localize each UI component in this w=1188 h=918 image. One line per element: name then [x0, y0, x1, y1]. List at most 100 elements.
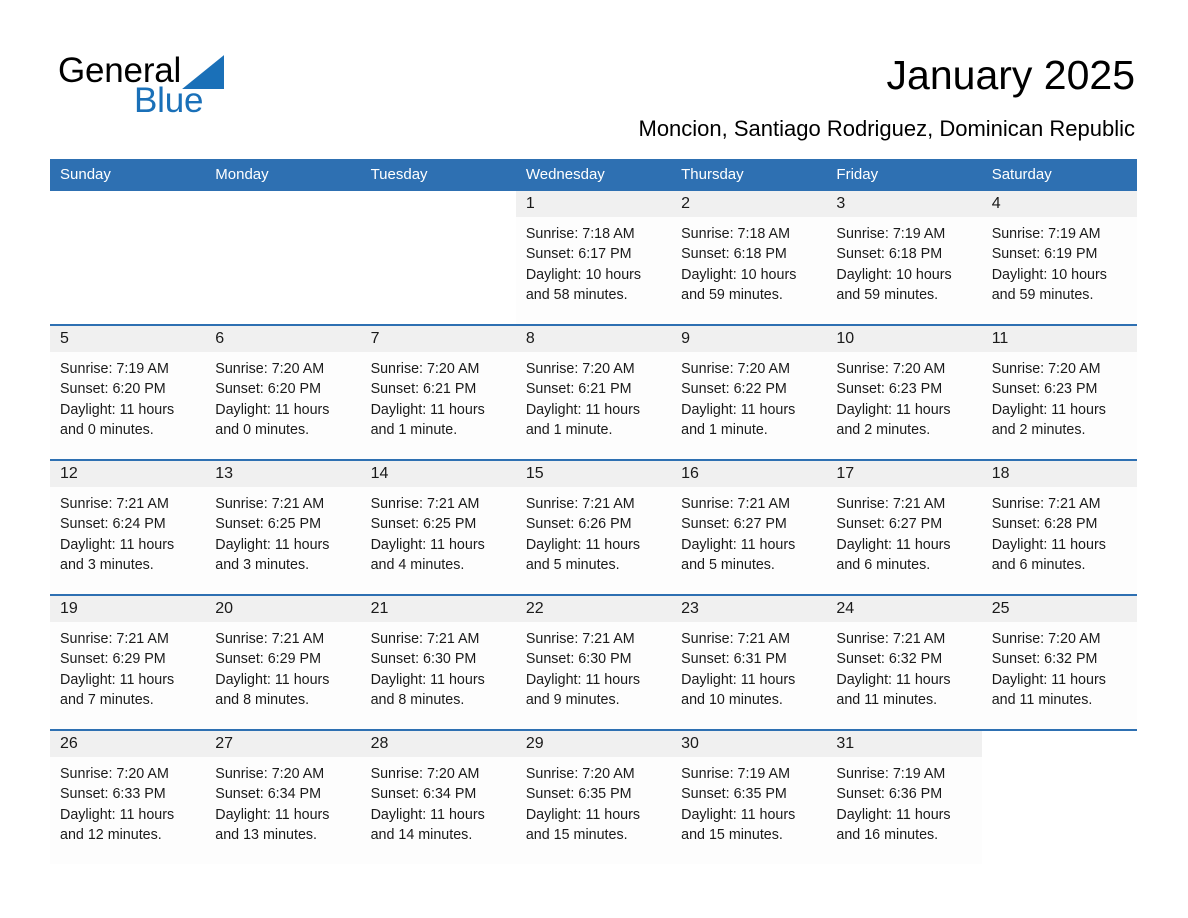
day-cell: 2 Sunrise: 7:18 AM Sunset: 6:18 PM Daylig… [671, 191, 827, 325]
day-cell-inner[interactable]: 22 Sunrise: 7:21 AM Sunset: 6:30 PM Dayli… [515, 596, 672, 729]
day-number: 13 [205, 461, 361, 487]
day-cell-inner[interactable]: 15 Sunrise: 7:21 AM Sunset: 6:26 PM Dayli… [515, 461, 672, 594]
day-number: 31 [826, 731, 982, 757]
day-details: Sunrise: 7:20 AM Sunset: 6:32 PM Dayligh… [991, 631, 1106, 708]
day-cell: 16 Sunrise: 7:21 AM Sunset: 6:27 PM Dayli… [671, 459, 827, 595]
day-cell: 31 Sunrise: 7:19 AM Sunset: 6:36 PM Dayli… [826, 729, 982, 864]
day-cell-inner[interactable]: 30 Sunrise: 7:19 AM Sunset: 6:35 PM Dayli… [671, 731, 827, 864]
calendar-table: Sunday Monday Tuesday Wednesday Thursday… [50, 159, 1137, 864]
day-cell-inner[interactable]: 16 Sunrise: 7:21 AM Sunset: 6:27 PM Dayli… [671, 461, 827, 594]
day-cell-inner[interactable]: 11 Sunrise: 7:20 AM Sunset: 6:23 PM Dayli… [981, 326, 1137, 459]
day-cell-inner[interactable]: 21 Sunrise: 7:21 AM Sunset: 6:30 PM Dayli… [360, 596, 516, 729]
day-cell-inner[interactable]: 2 Sunrise: 7:18 AM Sunset: 6:18 PM Daylig… [671, 191, 827, 324]
day-details: Sunrise: 7:18 AM Sunset: 6:18 PM Dayligh… [681, 226, 797, 303]
general-blue-logo[interactable]: General Blue [58, 52, 318, 124]
calendar-week-row: 5 Sunrise: 7:19 AM Sunset: 6:20 PM Daylig… [50, 324, 1137, 460]
day-cell-inner[interactable]: 13 Sunrise: 7:21 AM Sunset: 6:25 PM Dayli… [205, 461, 361, 594]
day-details: Sunrise: 7:21 AM Sunset: 6:25 PM Dayligh… [215, 496, 330, 573]
day-details: Sunrise: 7:20 AM Sunset: 6:22 PM Dayligh… [681, 361, 796, 438]
day-details: Sunrise: 7:19 AM Sunset: 6:20 PM Dayligh… [60, 361, 175, 438]
day-number: 24 [826, 596, 982, 622]
day-cell-inner[interactable]: 1 Sunrise: 7:18 AM Sunset: 6:17 PM Daylig… [515, 191, 672, 324]
day-details: Sunrise: 7:21 AM Sunset: 6:30 PM Dayligh… [525, 631, 641, 708]
day-cell-inner[interactable]: 3 Sunrise: 7:19 AM Sunset: 6:18 PM Daylig… [826, 191, 982, 324]
day-cell: 9 Sunrise: 7:20 AM Sunset: 6:22 PM Daylig… [671, 324, 827, 460]
day-details: Sunrise: 7:21 AM Sunset: 6:29 PM Dayligh… [60, 631, 175, 708]
day-cell-inner[interactable]: 17 Sunrise: 7:21 AM Sunset: 6:27 PM Dayli… [826, 461, 982, 594]
day-details: Sunrise: 7:21 AM Sunset: 6:26 PM Dayligh… [525, 496, 641, 573]
day-cell-inner[interactable]: 19 Sunrise: 7:21 AM Sunset: 6:29 PM Dayli… [50, 596, 206, 729]
day-cell: 22 Sunrise: 7:21 AM Sunset: 6:30 PM Dayli… [515, 594, 672, 730]
day-number: 15 [515, 461, 672, 487]
day-cell-inner[interactable]: 7 Sunrise: 7:20 AM Sunset: 6:21 PM Daylig… [360, 326, 516, 459]
day-number: 10 [826, 326, 982, 352]
day-details: Sunrise: 7:19 AM Sunset: 6:19 PM Dayligh… [991, 226, 1107, 303]
day-cell: 21 Sunrise: 7:21 AM Sunset: 6:30 PM Dayli… [360, 594, 516, 730]
day-cell-inner[interactable]: 26 Sunrise: 7:20 AM Sunset: 6:33 PM Dayli… [50, 731, 206, 864]
day-cell-inner[interactable]: 6 Sunrise: 7:20 AM Sunset: 6:20 PM Daylig… [205, 326, 361, 459]
day-details: Sunrise: 7:20 AM Sunset: 6:21 PM Dayligh… [525, 361, 641, 438]
day-cell-inner[interactable]: 20 Sunrise: 7:21 AM Sunset: 6:29 PM Dayli… [205, 596, 361, 729]
day-cell-inner[interactable]: 14 Sunrise: 7:21 AM Sunset: 6:25 PM Dayli… [360, 461, 516, 594]
calendar-week-row: 26 Sunrise: 7:20 AM Sunset: 6:33 PM Dayli… [50, 729, 1137, 864]
day-details [361, 217, 516, 224]
day-cell-inner[interactable]: 23 Sunrise: 7:21 AM Sunset: 6:31 PM Dayli… [671, 596, 827, 729]
day-cell-inner[interactable]: 29 Sunrise: 7:20 AM Sunset: 6:35 PM Dayli… [515, 731, 672, 864]
day-number: 2 [671, 191, 827, 217]
day-cell [360, 191, 516, 325]
day-number: 11 [981, 326, 1137, 352]
day-cell: 28 Sunrise: 7:20 AM Sunset: 6:34 PM Dayli… [360, 729, 516, 864]
day-details: Sunrise: 7:21 AM Sunset: 6:27 PM Dayligh… [681, 496, 796, 573]
day-cell-inner[interactable]: 25 Sunrise: 7:20 AM Sunset: 6:32 PM Dayli… [981, 596, 1137, 729]
day-cell-inner[interactable]: 12 Sunrise: 7:21 AM Sunset: 6:24 PM Dayli… [50, 461, 206, 594]
day-details: Sunrise: 7:20 AM Sunset: 6:20 PM Dayligh… [215, 361, 330, 438]
calendar-table-wrapper: Sunday Monday Tuesday Wednesday Thursday… [50, 159, 1137, 864]
day-details: Sunrise: 7:19 AM Sunset: 6:36 PM Dayligh… [836, 766, 951, 843]
day-number: 20 [205, 596, 361, 622]
day-number: 17 [826, 461, 982, 487]
page-subtitle: Moncion, Santiago Rodriguez, Dominican R… [638, 116, 1136, 141]
day-number: 23 [671, 596, 827, 622]
day-cell: 1 Sunrise: 7:18 AM Sunset: 6:17 PM Daylig… [515, 191, 672, 325]
day-details: Sunrise: 7:21 AM Sunset: 6:25 PM Dayligh… [370, 496, 485, 573]
calendar-page: General Blue January 2025 Moncion, Santi… [0, 0, 1188, 918]
day-cell-inner[interactable]: 31 Sunrise: 7:19 AM Sunset: 6:36 PM Dayli… [826, 731, 982, 864]
day-number: 6 [205, 326, 361, 352]
day-cell: 15 Sunrise: 7:21 AM Sunset: 6:26 PM Dayli… [515, 459, 672, 595]
day-number: 8 [515, 326, 672, 352]
day-details: Sunrise: 7:19 AM Sunset: 6:35 PM Dayligh… [681, 766, 796, 843]
day-cell: 4 Sunrise: 7:19 AM Sunset: 6:19 PM Daylig… [981, 191, 1137, 325]
day-details: Sunrise: 7:21 AM Sunset: 6:27 PM Dayligh… [836, 496, 951, 573]
day-number: 12 [50, 461, 206, 487]
day-cell-inner[interactable]: 24 Sunrise: 7:21 AM Sunset: 6:32 PM Dayli… [826, 596, 982, 729]
day-details: Sunrise: 7:20 AM Sunset: 6:21 PM Dayligh… [370, 361, 485, 438]
calendar-week-row: 19 Sunrise: 7:21 AM Sunset: 6:29 PM Dayli… [50, 594, 1137, 730]
day-cell-inner[interactable]: 27 Sunrise: 7:20 AM Sunset: 6:34 PM Dayli… [205, 731, 361, 864]
day-number: 21 [360, 596, 516, 622]
day-number: 5 [50, 326, 206, 352]
day-details [205, 217, 360, 224]
day-cell: 26 Sunrise: 7:20 AM Sunset: 6:33 PM Dayli… [50, 729, 206, 864]
day-number: 9 [671, 326, 827, 352]
day-cell-inner[interactable]: 9 Sunrise: 7:20 AM Sunset: 6:22 PM Daylig… [671, 326, 827, 459]
day-details: Sunrise: 7:20 AM Sunset: 6:23 PM Dayligh… [836, 361, 951, 438]
day-cell-inner[interactable]: 4 Sunrise: 7:19 AM Sunset: 6:19 PM Daylig… [981, 191, 1137, 324]
day-cell-inner[interactable]: 5 Sunrise: 7:19 AM Sunset: 6:20 PM Daylig… [50, 326, 206, 459]
day-cell-inner[interactable]: 28 Sunrise: 7:20 AM Sunset: 6:34 PM Dayli… [360, 731, 516, 864]
day-cell: 18 Sunrise: 7:21 AM Sunset: 6:28 PM Dayli… [981, 459, 1137, 595]
day-details: Sunrise: 7:21 AM Sunset: 6:29 PM Dayligh… [215, 631, 330, 708]
day-cell: 12 Sunrise: 7:21 AM Sunset: 6:24 PM Dayli… [50, 459, 206, 595]
day-number: 4 [981, 191, 1137, 217]
logo-text-blue: Blue [134, 81, 204, 120]
day-cell: 20 Sunrise: 7:21 AM Sunset: 6:29 PM Dayli… [205, 594, 361, 730]
page-title: January 2025 [886, 52, 1135, 98]
day-cell: 14 Sunrise: 7:21 AM Sunset: 6:25 PM Dayli… [360, 459, 516, 595]
day-details: Sunrise: 7:21 AM Sunset: 6:28 PM Dayligh… [991, 496, 1106, 573]
day-details [50, 217, 205, 224]
day-cell: 25 Sunrise: 7:20 AM Sunset: 6:32 PM Dayli… [981, 594, 1137, 730]
day-cell-inner[interactable]: 10 Sunrise: 7:20 AM Sunset: 6:23 PM Dayli… [826, 326, 982, 459]
day-cell-inner[interactable]: 18 Sunrise: 7:21 AM Sunset: 6:28 PM Dayli… [981, 461, 1137, 594]
calendar-week-row: 12 Sunrise: 7:21 AM Sunset: 6:24 PM Dayli… [50, 459, 1137, 595]
day-number: 25 [981, 596, 1137, 622]
day-cell-inner[interactable]: 8 Sunrise: 7:20 AM Sunset: 6:21 PM Daylig… [515, 326, 672, 459]
